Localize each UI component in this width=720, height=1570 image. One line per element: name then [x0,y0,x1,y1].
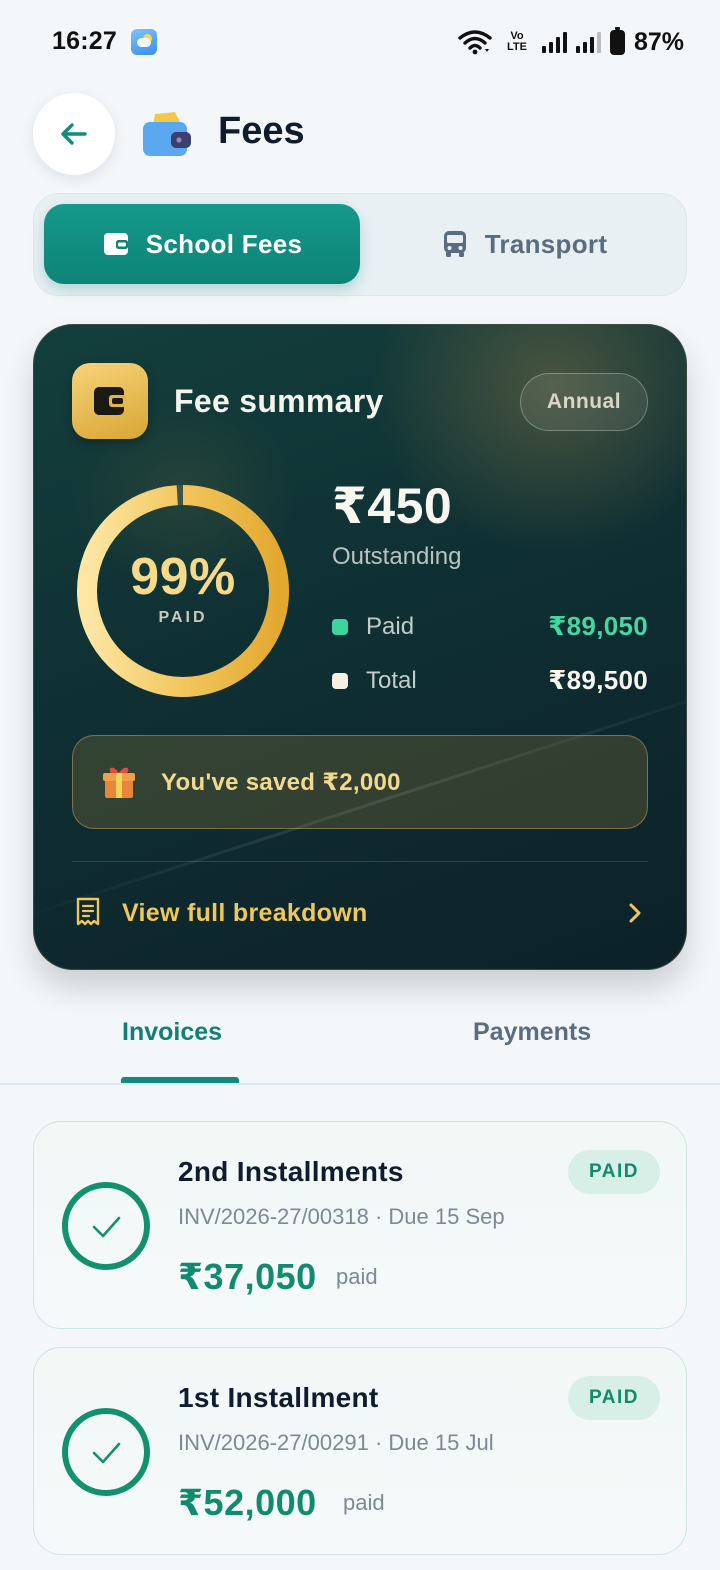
page-title: Fees [218,110,305,152]
fee-type-switcher: School Fees Transport [33,193,687,296]
invoice-meta: INV/2026-27/00318 · Due 15 Sep [178,1204,505,1230]
receipt-icon [76,897,100,926]
invoice-due-date: Due 15 Jul [388,1430,494,1455]
check-circle-icon [62,1182,150,1270]
total-dot [332,673,348,689]
outstanding-label: Outstanding [332,543,462,570]
meta-separator: · [374,1430,389,1455]
summary-title: Fee summary [174,383,384,419]
invoice-title: 1st Installment [178,1382,379,1413]
invoice-amount: ₹52,000 [178,1482,317,1523]
view-breakdown-link[interactable]: View full breakdown [72,885,648,941]
savings-banner: You've saved ₹2,000 [72,735,648,829]
invoice-number: INV/2026-27/00318 [178,1204,369,1229]
paid-value: ₹89,050 [548,611,648,641]
chevron-right-icon [629,903,641,923]
status-badge: PAID [568,1150,660,1194]
tab-transport[interactable]: Transport [370,204,678,284]
status-icons: Vo LTE 87% [458,26,684,58]
view-breakdown-label: View full breakdown [122,899,368,927]
signal-1-icon [541,31,567,53]
total-label: Total [366,667,417,694]
status-time: 16:27 [52,27,117,55]
paid-dot [332,619,348,635]
savings-text: You've saved ₹2,000 [161,769,401,796]
tab-payments[interactable]: Payments [473,1018,591,1047]
total-value: ₹89,500 [548,665,648,695]
invoice-title: 2nd Installments [178,1156,404,1187]
back-button[interactable] [33,93,115,175]
invoice-card[interactable]: 1st Installment INV/2026-27/00291 · Due … [33,1347,687,1555]
wallet-icon [103,233,128,255]
signal-2-icon [575,31,601,53]
tabs-divider [0,1083,720,1085]
invoice-amount-suffix: paid [336,1264,378,1289]
invoice-due-date: Due 15 Sep [388,1204,505,1229]
total-row: Total ₹89,500 [332,663,648,699]
paid-percent: 99% [130,548,236,606]
invoice-amount-suffix: paid [343,1490,385,1515]
invoice-meta: INV/2026-27/00291 · Due 15 Jul [178,1430,494,1456]
wallet-icon [94,387,126,415]
tab-school-fees-label: School Fees [145,228,303,259]
arrow-left-icon [61,123,87,145]
outstanding-amount: ₹450 [332,478,453,534]
wifi-icon [458,30,492,55]
fee-summary-card: Fee summary Annual 99% PAID ₹450 Outstan… [33,324,687,970]
status-badge: PAID [568,1376,660,1420]
meta-separator: · [374,1204,389,1229]
invoice-amount: ₹37,050 [178,1256,317,1297]
tab-invoices[interactable]: Invoices [122,1018,222,1047]
bus-icon [443,231,466,257]
volte-bottom: LTE [506,41,527,53]
battery-icon [609,26,625,55]
invoice-number: INV/2026-27/00291 [178,1430,369,1455]
invoice-card[interactable]: 2nd Installments INV/2026-27/00318 · Due… [33,1121,687,1329]
paid-percent-label: PAID [158,609,208,626]
gift-icon [103,767,135,798]
summary-wallet-badge [72,363,148,439]
volte-indicator: Vo LTE [501,31,533,53]
fees-screen: 16:27 Vo LTE 87% Fees School Fees Transp… [0,0,720,1570]
battery-percent: 87% [633,27,684,56]
tab-transport-label: Transport [484,228,608,259]
tab-school-fees[interactable]: School Fees [44,204,360,284]
check-circle-icon [62,1408,150,1496]
paid-row: Paid ₹89,050 [332,609,648,645]
weather-icon [131,29,157,55]
wallet-icon [143,112,191,156]
card-divider [72,861,648,862]
paid-label: Paid [366,613,415,640]
period-badge[interactable]: Annual [520,373,648,431]
status-bar: 16:27 Vo LTE 87% [0,0,720,84]
